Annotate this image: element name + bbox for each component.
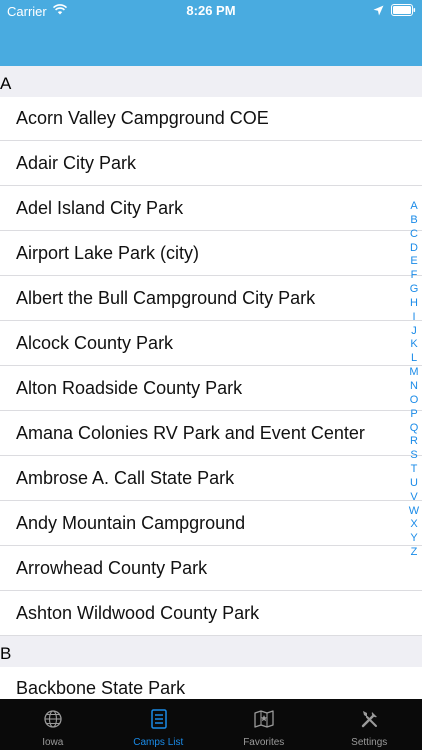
index-letter[interactable]: C <box>407 228 421 242</box>
navigation-header: Carrier 8:26 PM <box>0 0 422 66</box>
globe-icon <box>44 710 62 728</box>
index-letter[interactable]: S <box>407 449 421 463</box>
section-header-b: B <box>0 636 422 667</box>
campground-name: Backbone State Park <box>16 678 186 698</box>
campground-name: Albert the Bull Campground City Park <box>16 288 316 308</box>
list-icon <box>150 709 167 729</box>
index-letter[interactable]: T <box>407 463 421 477</box>
tab-label: Camps List <box>133 737 184 748</box>
tab-camps-list[interactable]: Camps List <box>106 699 212 750</box>
list-item[interactable]: Alcock County Park <box>0 322 422 366</box>
tab-settings[interactable]: Settings <box>317 699 422 750</box>
section-header-a: A <box>0 66 422 97</box>
index-letter[interactable]: J <box>407 325 421 339</box>
index-letter[interactable]: E <box>407 255 421 269</box>
status-time: 8:26 PM <box>186 3 236 18</box>
campground-name: Ashton Wildwood County Park <box>16 603 260 623</box>
index-letter[interactable]: M <box>407 366 421 380</box>
status-bar: Carrier 8:26 PM <box>0 0 422 22</box>
campground-name: Andy Mountain Campground <box>16 513 246 533</box>
index-letter[interactable]: Y <box>407 532 421 546</box>
campground-name: Airport Lake Park (city) <box>16 243 200 263</box>
list-item[interactable]: Adair City Park <box>0 142 422 186</box>
app-screen: Carrier 8:26 PM A Acorn Valley Campgroun… <box>0 0 422 750</box>
list-item[interactable]: Arrowhead County Park <box>0 547 422 591</box>
section-index[interactable]: A B C D E F G H I J K L M N O P Q R S T … <box>407 200 421 560</box>
index-letter[interactable]: H <box>407 297 421 311</box>
index-letter[interactable]: W <box>407 505 421 519</box>
index-letter[interactable]: N <box>407 380 421 394</box>
index-letter[interactable]: F <box>407 269 421 283</box>
location-arrow-icon <box>373 5 384 16</box>
index-letter[interactable]: K <box>407 338 421 352</box>
list-item[interactable]: Airport Lake Park (city) <box>0 232 422 276</box>
index-letter[interactable]: L <box>407 352 421 366</box>
index-letter[interactable]: P <box>407 408 421 422</box>
list-item[interactable]: Andy Mountain Campground <box>0 502 422 546</box>
index-letter[interactable]: X <box>407 518 421 532</box>
index-letter[interactable]: B <box>407 214 421 228</box>
campground-name: Alton Roadside County Park <box>16 378 243 398</box>
campground-name: Adair City Park <box>16 153 137 173</box>
campground-name: Amana Colonies RV Park and Event Center <box>16 423 365 443</box>
index-letter[interactable]: A <box>407 200 421 214</box>
tab-label: Iowa <box>42 737 64 748</box>
campground-name: Arrowhead County Park <box>16 558 208 578</box>
index-letter[interactable]: O <box>407 394 421 408</box>
index-letter[interactable]: R <box>407 435 421 449</box>
tab-bar: Iowa Camps List Favorites Settings <box>0 699 422 750</box>
campground-name: Alcock County Park <box>16 333 174 353</box>
tab-favorites[interactable]: Favorites <box>211 699 317 750</box>
index-letter[interactable]: I <box>407 311 421 325</box>
map-icon <box>254 710 274 728</box>
campground-name: Ambrose A. Call State Park <box>16 468 235 488</box>
list-item[interactable]: Amana Colonies RV Park and Event Center <box>0 412 422 456</box>
list-item[interactable]: Acorn Valley Campground COE <box>0 97 422 141</box>
index-letter[interactable]: D <box>407 242 421 256</box>
campground-name: Acorn Valley Campground COE <box>16 108 269 128</box>
tab-label: Settings <box>351 737 388 748</box>
list-item[interactable]: Ashton Wildwood County Park <box>0 592 422 636</box>
index-letter[interactable]: U <box>407 477 421 491</box>
list-item[interactable]: Alton Roadside County Park <box>0 367 422 411</box>
index-letter[interactable]: Z <box>407 546 421 560</box>
list-item[interactable]: Ambrose A. Call State Park <box>0 457 422 501</box>
tab-label: Favorites <box>243 737 285 748</box>
tools-icon <box>361 711 377 728</box>
list-item[interactable]: Adel Island City Park <box>0 187 422 231</box>
index-letter[interactable]: G <box>407 283 421 297</box>
campground-name: Adel Island City Park <box>16 198 184 218</box>
battery-icon <box>391 4 416 16</box>
index-letter[interactable]: Q <box>407 422 421 436</box>
tab-iowa[interactable]: Iowa <box>0 699 106 750</box>
section-letter: A <box>0 74 12 93</box>
index-letter[interactable]: V <box>407 491 421 505</box>
list-item[interactable]: Albert the Bull Campground City Park <box>0 277 422 321</box>
section-letter: B <box>0 644 12 663</box>
